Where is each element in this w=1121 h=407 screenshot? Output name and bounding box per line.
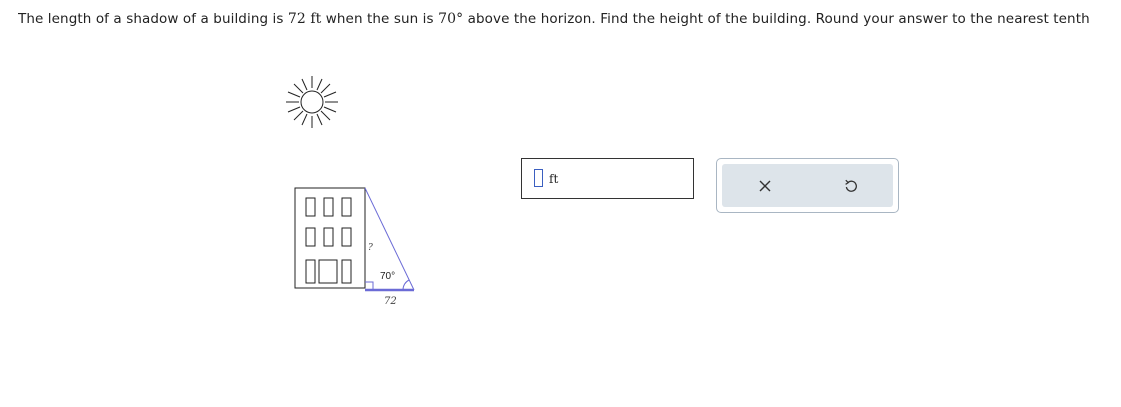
answer-input[interactable] [534,169,543,187]
undo-icon [845,179,857,192]
angle-arc [402,279,410,291]
answer-box: ft [521,158,694,199]
unknown-height-label: ? [368,243,373,253]
question-text: The length of a shadow of a building is … [18,11,1121,27]
shadow-length-label: 72 [384,296,397,307]
question-part-3: above the horizon. Find the height of th… [463,11,1090,27]
clear-button[interactable] [751,172,779,200]
angle-label: 70° [380,271,395,282]
shadow-length-value: 72 [287,11,306,27]
unit-ft: ft [310,11,322,27]
building-windows [305,197,352,284]
sun-angle-value: 70° [438,11,464,27]
answer-tools-bar [722,164,893,207]
answer-tools-panel [716,158,899,213]
answer-unit: ft [549,172,559,186]
question-part-2: when the sun is [321,11,439,27]
close-icon [759,180,771,192]
sun-icon [286,76,338,128]
undo-button[interactable] [837,172,865,200]
building-shadow-diagram: ? 70° 72 [294,187,415,307]
question-part-1: The length of a shadow of a building is [18,11,288,27]
